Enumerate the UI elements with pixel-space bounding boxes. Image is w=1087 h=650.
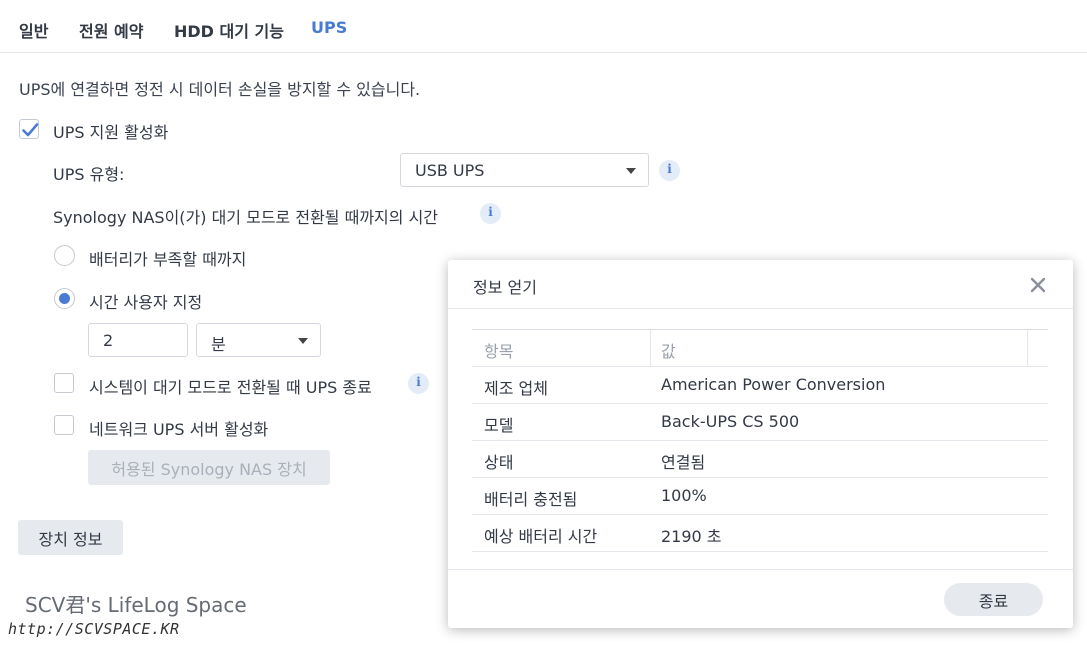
- network-ups-checkbox[interactable]: [54, 415, 74, 435]
- checkmark-icon: [22, 123, 39, 137]
- time-unit-value: 분: [211, 335, 226, 354]
- dialog-title: 정보 얻기: [473, 278, 537, 297]
- dialog-footer-divider: [448, 569, 1073, 570]
- info-dialog: 정보 얻기 항목 값 제조 업체 American Power Conversi…: [448, 260, 1073, 628]
- info-table: 항목 값 제조 업체 American Power Conversion 모델 …: [472, 329, 1048, 552]
- network-ups-label: 네트워크 UPS 서버 활성화: [89, 420, 269, 439]
- cell-item: 배터리 충전됨: [484, 490, 578, 509]
- cell-value: American Power Conversion: [661, 375, 886, 394]
- device-info-button[interactable]: 장치 정보: [18, 520, 123, 555]
- tab-ups[interactable]: UPS: [311, 18, 347, 37]
- radio-selected-dot: [59, 293, 70, 304]
- cell-item: 모델: [484, 416, 514, 435]
- table-row: 상태 연결됨: [472, 441, 1048, 478]
- radio-battery-low[interactable]: [54, 245, 75, 266]
- watermark-url: http://SCVSPACE.KR: [8, 620, 180, 638]
- tab-power-schedule[interactable]: 전원 예약: [79, 18, 143, 42]
- table-row: 배터리 충전됨 100%: [472, 478, 1048, 515]
- dialog-close-button[interactable]: 종료: [944, 583, 1043, 616]
- cell-value: Back-UPS CS 500: [661, 412, 800, 431]
- table-header-row: 항목 값: [472, 329, 1048, 367]
- column-header-item: 항목: [484, 342, 514, 361]
- ups-type-value: USB UPS: [415, 161, 485, 180]
- radio-custom-time-label: 시간 사용자 지정: [89, 293, 203, 312]
- info-icon[interactable]: i: [480, 203, 501, 224]
- dialog-header: 정보 얻기: [448, 260, 1073, 309]
- tab-bar: 일반 전원 예약 HDD 대기 기능 UPS: [0, 0, 1087, 53]
- table-row: 예상 배터리 시간 2190 초: [472, 515, 1048, 552]
- cell-item: 제조 업체: [484, 379, 548, 398]
- ups-description: UPS에 연결하면 정전 시 데이터 손실을 방지할 수 있습니다.: [19, 80, 421, 99]
- allowed-devices-button[interactable]: 허용된 Synology NAS 장치: [88, 450, 330, 485]
- ups-type-label: UPS 유형:: [53, 165, 125, 184]
- info-icon[interactable]: i: [659, 160, 680, 181]
- info-icon[interactable]: i: [408, 373, 429, 394]
- table-row: 제조 업체 American Power Conversion: [472, 367, 1048, 404]
- tab-general[interactable]: 일반: [19, 18, 48, 42]
- cell-value: 2190 초: [661, 527, 722, 546]
- watermark-title: SCV君's LifeLog Space: [25, 593, 247, 617]
- ups-enable-checkbox[interactable]: [19, 119, 39, 139]
- column-header-value: 값: [661, 342, 676, 361]
- time-unit-select[interactable]: 분: [196, 323, 321, 357]
- chevron-down-icon: [298, 338, 308, 344]
- ups-type-select[interactable]: USB UPS: [400, 153, 649, 187]
- ups-enable-label: UPS 지원 활성화: [53, 123, 169, 142]
- cell-value: 연결됨: [661, 453, 706, 472]
- standby-time-label: Synology NAS이(가) 대기 모드로 전환될 때까지의 시간: [53, 208, 439, 227]
- close-icon[interactable]: [1028, 275, 1048, 295]
- cell-item: 상태: [484, 453, 514, 472]
- shutdown-ups-label: 시스템이 대기 모드로 전환될 때 UPS 종료: [89, 378, 372, 397]
- cell-item: 예상 배터리 시간: [484, 527, 598, 546]
- radio-custom-time[interactable]: [54, 288, 75, 309]
- tab-hdd-hibernation[interactable]: HDD 대기 기능: [174, 18, 284, 42]
- chevron-down-icon: [626, 168, 636, 174]
- radio-battery-low-label: 배터리가 부족할 때까지: [89, 250, 247, 269]
- shutdown-ups-checkbox[interactable]: [54, 373, 74, 393]
- table-row: 모델 Back-UPS CS 500: [472, 404, 1048, 441]
- custom-time-input[interactable]: [88, 323, 188, 357]
- cell-value: 100%: [661, 486, 707, 505]
